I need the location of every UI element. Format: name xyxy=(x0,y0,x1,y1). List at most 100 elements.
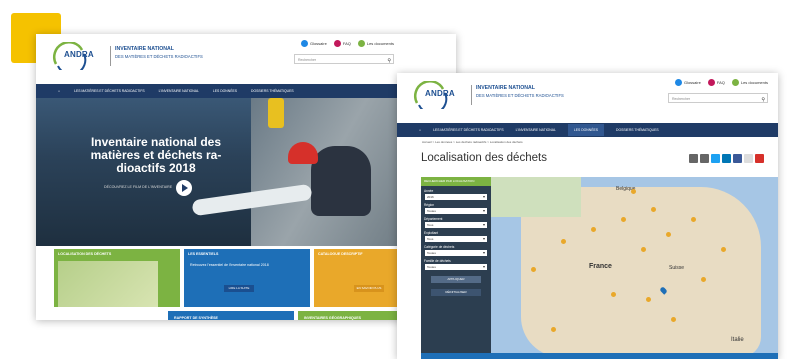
data-page-screenshot: ANDRA INVENTAIRE NATIONAL DES MATIÈRES E… xyxy=(397,73,778,359)
nav-item-inventaire[interactable]: L'INVENTAIRE NATIONAL xyxy=(516,128,556,132)
hero-banner: Inventaire national des matières et déch… xyxy=(36,98,456,246)
hero-title: Inventaire national des matières et déch… xyxy=(90,135,222,175)
brand-separator xyxy=(471,85,472,105)
france-map-thumbnail xyxy=(58,261,158,307)
read-more-button[interactable]: LIRE LA SUITE xyxy=(224,285,254,292)
map-marker[interactable] xyxy=(561,239,566,244)
filter-label: Famille de déchets xyxy=(424,259,451,263)
print-icon[interactable] xyxy=(689,154,698,163)
nav-item-dossiers[interactable]: DOSSIERS THÉMATIQUES xyxy=(251,89,294,93)
nav-item-matieres[interactable]: LES MATIÈRES ET DÉCHETS RADIOACTIFS xyxy=(74,89,145,93)
category-select[interactable]: Toutes xyxy=(425,250,487,256)
brand-separator xyxy=(110,46,111,66)
map-marker[interactable] xyxy=(631,189,636,194)
filter-label: Région xyxy=(424,203,435,207)
tiles-row: LOCALISATION DES DÉCHETS LES ESSENTIELS … xyxy=(54,249,440,320)
family-select[interactable]: Toutes xyxy=(425,264,487,270)
faq-link[interactable]: FAQ xyxy=(707,79,725,86)
page-title: Localisation des déchets xyxy=(421,152,547,164)
facebook-icon[interactable] xyxy=(733,154,742,163)
filter-label: Année xyxy=(424,189,434,193)
map-marker[interactable] xyxy=(671,317,676,322)
filter-panel: RECHERCHER PAR LOCALISATION Année 2016 R… xyxy=(421,177,491,359)
homepage-screenshot: ANDRA INVENTAIRE NATIONAL DES MATIÈRES E… xyxy=(36,34,456,320)
search-icon[interactable]: ⚲ xyxy=(761,95,765,105)
top-links: Glossaire FAQ Les documents xyxy=(674,79,768,86)
breadcrumb: Accueil > Les données > Les déchets radi… xyxy=(422,140,523,144)
operator-select[interactable]: Tous xyxy=(425,236,487,242)
map-label-france: France xyxy=(589,263,612,270)
filter-label: Exploitant xyxy=(424,231,438,235)
nav-item-dossiers[interactable]: DOSSIERS THÉMATIQUES xyxy=(616,128,659,132)
site-header: ANDRA INVENTAIRE NATIONAL DES MATIÈRES E… xyxy=(36,34,456,98)
glossary-link[interactable]: Glossaire xyxy=(300,40,327,47)
tile-localisation[interactable]: LOCALISATION DES DÉCHETS xyxy=(54,249,180,307)
map-marker[interactable] xyxy=(621,217,626,222)
tile-essentiels[interactable]: LES ESSENTIELS Retrouvez l'essentiel de … xyxy=(184,249,310,307)
brand-title: INVENTAIRE NATIONAL xyxy=(115,46,174,52)
nav-item-donnees[interactable]: LES DONNÉES xyxy=(213,89,237,93)
learn-more-button[interactable]: EN SAVOIR PLUS xyxy=(354,285,384,292)
map-marker[interactable] xyxy=(651,207,656,212)
nav-item-donnees[interactable]: LES DONNÉES xyxy=(567,124,604,136)
map-marker[interactable] xyxy=(531,267,536,272)
land-area xyxy=(491,177,581,217)
red-helmet xyxy=(288,142,318,164)
map-marker[interactable] xyxy=(611,292,616,297)
top-links: Glossaire FAQ Les documents xyxy=(300,40,394,47)
document-icon xyxy=(357,40,365,47)
search-icon[interactable]: ⚲ xyxy=(387,56,391,66)
department-select[interactable]: Tous xyxy=(425,222,487,228)
reset-button[interactable]: RÉINITIALISER xyxy=(431,289,481,296)
brand-subtitle: DES MATIÈRES ET DÉCHETS RADIOACTIFS xyxy=(115,54,203,59)
main-nav: ⌂ LES MATIÈRES ET DÉCHETS RADIOACTIFS L'… xyxy=(397,123,778,137)
brand-title: INVENTAIRE NATIONAL xyxy=(476,85,535,91)
nav-item-matieres[interactable]: LES MATIÈRES ET DÉCHETS RADIOACTIFS xyxy=(433,128,504,132)
map-label-italie: Italie xyxy=(731,337,744,343)
yellow-equipment xyxy=(268,98,284,128)
filter-label: Catégorie de déchets xyxy=(424,245,455,249)
search-input[interactable]: Rechercher ⚲ xyxy=(294,54,394,64)
twitter-icon[interactable] xyxy=(711,154,720,163)
bottom-bar xyxy=(421,353,778,359)
document-icon xyxy=(731,79,739,86)
filter-label: Département xyxy=(424,217,443,221)
share-bar xyxy=(689,154,764,163)
hero-video-label: DÉCOUVREZ LE FILM DE L'INVENTAIRE xyxy=(104,185,173,189)
map-label-suisse: Suisse xyxy=(669,265,685,271)
nav-item-inventaire[interactable]: L'INVENTAIRE NATIONAL xyxy=(159,89,199,93)
book-icon xyxy=(300,40,308,47)
apply-button[interactable]: APPLIQUER xyxy=(431,276,481,283)
year-select[interactable]: 2016 xyxy=(425,194,487,200)
home-icon[interactable]: ⌂ xyxy=(58,89,60,93)
email-icon[interactable] xyxy=(700,154,709,163)
documents-link[interactable]: Les documents xyxy=(357,40,394,47)
linkedin-icon[interactable] xyxy=(722,154,731,163)
brand-subtitle: DES MATIÈRES ET DÉCHETS RADIOACTIFS xyxy=(476,93,564,98)
map-marker[interactable] xyxy=(666,232,671,237)
font-decrease-icon[interactable] xyxy=(744,154,753,163)
search-input[interactable]: Rechercher ⚲ xyxy=(668,93,768,103)
home-icon[interactable]: ⌂ xyxy=(419,128,421,132)
map-marker[interactable] xyxy=(641,247,646,252)
question-icon xyxy=(707,79,715,86)
faq-link[interactable]: FAQ xyxy=(333,40,351,47)
map-marker[interactable] xyxy=(591,227,596,232)
logo-text: ANDRA xyxy=(425,89,455,98)
logo-text: ANDRA xyxy=(64,50,94,59)
waste-location-map[interactable]: Belgique France Suisse Italie xyxy=(491,177,778,359)
filter-header: RECHERCHER PAR LOCALISATION xyxy=(421,177,491,186)
map-marker[interactable] xyxy=(551,327,556,332)
region-select[interactable]: Toutes xyxy=(425,208,487,214)
map-marker[interactable] xyxy=(701,277,706,282)
question-icon xyxy=(333,40,341,47)
map-marker[interactable] xyxy=(691,217,696,222)
map-marker[interactable] xyxy=(721,247,726,252)
glossary-link[interactable]: Glossaire xyxy=(674,79,701,86)
font-increase-icon[interactable] xyxy=(755,154,764,163)
tile-rapport[interactable]: RAPPORT DE SYNTHÈSE xyxy=(168,311,294,320)
main-nav: ⌂ LES MATIÈRES ET DÉCHETS RADIOACTIFS L'… xyxy=(36,84,456,98)
map-marker[interactable] xyxy=(646,297,651,302)
play-icon[interactable] xyxy=(176,180,192,196)
documents-link[interactable]: Les documents xyxy=(731,79,768,86)
